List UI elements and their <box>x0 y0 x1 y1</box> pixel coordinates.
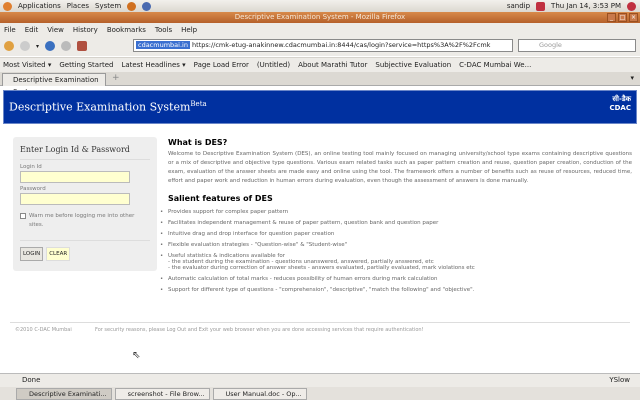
bookmark-page-load-error[interactable]: Page Load Error <box>194 61 249 69</box>
yslow-button[interactable]: YSlow <box>609 374 630 387</box>
feature-item: Flexible evaluation strategies - "Questi… <box>160 242 632 248</box>
url-text[interactable]: https://cmk-etug-anakinnew.cdacmumbai.in… <box>192 41 490 49</box>
user-name[interactable]: sandip <box>507 2 530 10</box>
login-box: Enter Login Id & Password Login Id Passw… <box>13 137 157 271</box>
power-icon[interactable] <box>536 1 546 11</box>
minimize-button[interactable]: _ <box>607 13 616 22</box>
bookmark-marathi-tutor[interactable]: About Marathi Tutor <box>298 61 367 69</box>
panel-menu-places[interactable]: Places <box>67 2 89 10</box>
status-bar: Done YSlow <box>0 373 640 387</box>
what-is-des-text: Welcome to Descriptive Examination Syste… <box>168 151 632 184</box>
menu-file[interactable]: File <box>4 26 16 34</box>
menu-history[interactable]: History <box>73 26 98 34</box>
bookmark-most-visited[interactable]: Most Visited ▾ <box>3 61 51 69</box>
help-launcher-icon[interactable] <box>142 1 152 11</box>
security-note: For security reasons, please Log Out and… <box>95 327 424 333</box>
close-button[interactable]: × <box>629 13 638 22</box>
tab-bar: Descriptive Examination System + ▾ <box>0 72 640 96</box>
maximize-button[interactable]: □ <box>618 13 627 22</box>
window-title: Descriptive Examination System - Mozilla… <box>234 13 406 21</box>
menu-view[interactable]: View <box>47 26 64 34</box>
what-is-des-heading: What is DES? <box>168 138 228 147</box>
bookmark-latest-headlines[interactable]: Latest Headlines ▾ <box>121 61 185 69</box>
mouse-cursor-icon: ⇖ <box>132 350 141 361</box>
menu-tools[interactable]: Tools <box>155 26 172 34</box>
login-id-label: Login Id <box>20 164 42 170</box>
new-tab-button[interactable]: + <box>112 73 120 83</box>
home-icon[interactable] <box>77 41 88 51</box>
task-firefox[interactable]: Descriptive Examinati... <box>16 387 112 400</box>
bookmark-cdac-mumbai[interactable]: C-DAC Mumbai We... <box>459 61 531 69</box>
bookmark-untitled[interactable]: (Untitled) <box>257 61 290 69</box>
warn-checkbox[interactable] <box>20 213 26 219</box>
login-button[interactable]: LOGIN <box>20 247 44 261</box>
firefox-launcher-icon[interactable] <box>127 1 137 11</box>
feature-item: Automatic calculation of total marks - r… <box>160 276 632 282</box>
feature-item: Intuitive drag and drop interface for qu… <box>160 231 632 237</box>
top-panel: Applications Places System sandip Thu Ja… <box>0 0 640 12</box>
cdac-logo: सी-डैक CDAC <box>609 95 631 112</box>
site-identity[interactable]: cdacmumbai.in <box>136 41 190 49</box>
taskbar: Descriptive Examinati... screenshot - Fi… <box>0 387 640 400</box>
url-bar[interactable]: cdacmumbai.in https://cmk-etug-anakinnew… <box>133 39 513 52</box>
copyright: ©2010 C-DAC Mumbai <box>15 327 72 333</box>
navigation-toolbar: ▾ cdacmumbai.in https://cmk-etug-anakinn… <box>0 36 640 56</box>
menu-help[interactable]: Help <box>181 26 197 34</box>
main-content: What is DES? Welcome to Descriptive Exam… <box>160 138 632 298</box>
features-heading: Salient features of DES <box>168 194 273 203</box>
back-icon[interactable] <box>4 41 14 51</box>
footer-divider <box>10 322 630 323</box>
reload-icon[interactable] <box>45 41 56 51</box>
menu-edit[interactable]: Edit <box>25 26 39 34</box>
warn-label[interactable]: Warn me before logging me into other sit… <box>29 212 150 230</box>
tab-des[interactable]: Descriptive Examination System <box>2 73 106 96</box>
password-label: Password <box>20 186 46 192</box>
clock[interactable]: Thu Jan 14, 3:53 PM <box>551 2 621 10</box>
beta-label: Beta <box>190 100 207 108</box>
menu-bookmarks[interactable]: Bookmarks <box>107 26 146 34</box>
gnome-foot-icon <box>3 1 12 11</box>
panel-menu-system[interactable]: System <box>95 2 121 10</box>
window-titlebar: Descriptive Examination System - Mozilla… <box>0 12 640 23</box>
search-input[interactable]: Google <box>518 39 636 52</box>
tab-list-icon[interactable]: ▾ <box>630 74 634 82</box>
feature-item: Useful statistics & indications availabl… <box>160 253 632 259</box>
password-input[interactable] <box>20 193 130 205</box>
task-user-manual[interactable]: User Manual.doc - Op... <box>212 387 307 400</box>
feature-item: Facilitates independent management & reu… <box>160 220 632 226</box>
site-title: Descriptive Examination SystemBeta <box>9 100 207 114</box>
features-list: Provides support for complex paper patte… <box>160 209 632 293</box>
site-header: Descriptive Examination SystemBeta सी-डै… <box>3 90 637 124</box>
bookmark-subjective-evaluation[interactable]: Subjective Evaluation <box>375 61 451 69</box>
search-placeholder: Google <box>539 41 562 49</box>
feature-subitem: - the evaluator during correction of ans… <box>168 265 475 271</box>
history-dropdown-icon[interactable]: ▾ <box>36 43 39 50</box>
status-text: Done <box>22 376 41 384</box>
forward-icon[interactable] <box>20 41 30 51</box>
feature-item: Support for different type of questions … <box>160 287 632 293</box>
menu-bar: File Edit View History Bookmarks Tools H… <box>0 23 640 36</box>
panel-menu-applications[interactable]: Applications <box>18 2 61 10</box>
feature-item: Provides support for complex paper patte… <box>160 209 632 215</box>
login-heading: Enter Login Id & Password <box>20 145 150 160</box>
clear-button[interactable]: CLEAR <box>46 247 71 261</box>
bookmark-getting-started[interactable]: Getting Started <box>59 61 113 69</box>
bookmarks-toolbar: Most Visited ▾ Getting Started Latest He… <box>0 57 640 72</box>
shutdown-icon[interactable] <box>627 1 636 11</box>
login-id-input[interactable] <box>20 171 130 183</box>
stop-icon[interactable] <box>61 41 72 51</box>
task-file-browser[interactable]: screenshot - File Brow... <box>114 387 210 400</box>
